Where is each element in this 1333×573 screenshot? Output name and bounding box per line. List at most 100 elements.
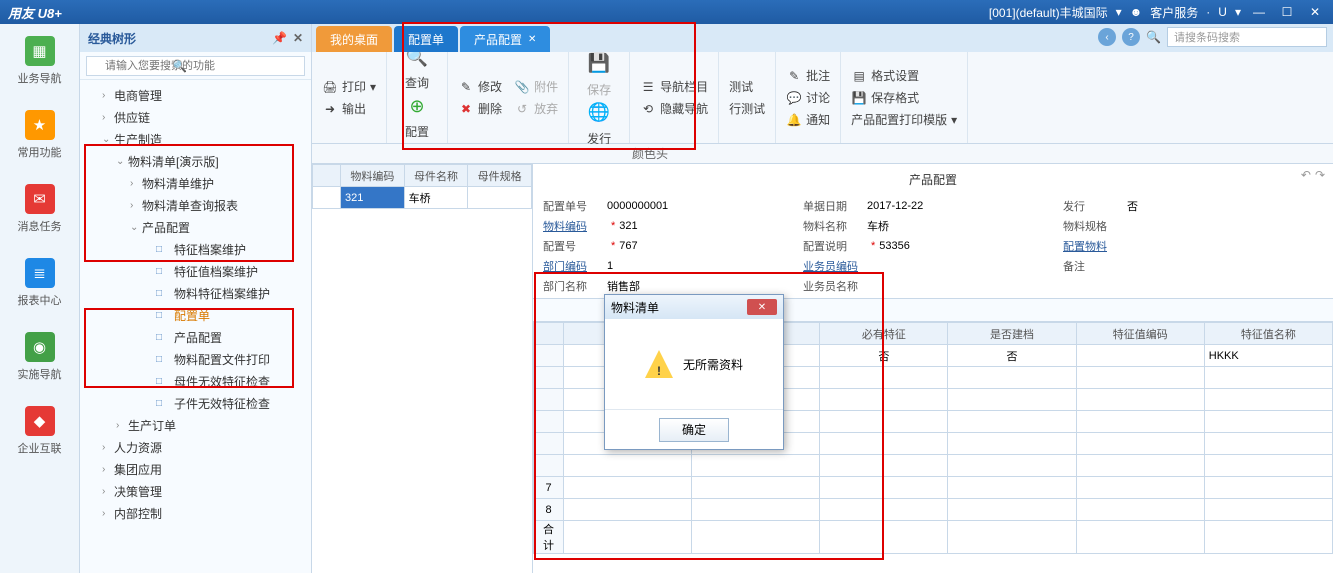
- search-icon[interactable]: 🔍: [1146, 30, 1161, 44]
- detail-col[interactable]: [534, 323, 564, 345]
- prev-icon[interactable]: ↶: [1301, 168, 1311, 182]
- tree-node[interactable]: □母件无效特征检查: [80, 370, 311, 392]
- lbl-dept-code[interactable]: 部门编码: [543, 258, 607, 274]
- discuss-button[interactable]: 💬讨论: [784, 87, 832, 109]
- col-parent-name[interactable]: 母件名称: [404, 165, 468, 187]
- tree-node[interactable]: ›集团应用: [80, 458, 311, 480]
- tree-node[interactable]: ›生产订单: [80, 414, 311, 436]
- file-icon: □: [156, 310, 170, 321]
- material-grid[interactable]: 物料编码 母件名称 母件规格 321 车桥: [312, 164, 532, 209]
- tab[interactable]: 产品配置✕: [460, 26, 550, 52]
- rail-item[interactable]: ◉实施导航: [0, 320, 79, 394]
- grid-row[interactable]: 321 车桥: [313, 187, 532, 209]
- tree-node-label: 产品配置: [142, 219, 190, 236]
- tree-node[interactable]: □配置单: [80, 304, 311, 326]
- col-parent-spec[interactable]: 母件规格: [468, 165, 532, 187]
- tab[interactable]: 配置单: [394, 26, 458, 52]
- val-mat-name: 车桥: [867, 218, 889, 234]
- chevron-icon: ›: [102, 486, 114, 497]
- u-menu[interactable]: U: [1218, 5, 1227, 19]
- detail-col[interactable]: 特征值名称: [1204, 323, 1332, 345]
- cell-code[interactable]: 321: [341, 187, 405, 209]
- saveformat-button[interactable]: 💾保存格式: [849, 87, 959, 109]
- tree-node[interactable]: ⌄物料清单[演示版]: [80, 150, 311, 172]
- close-button[interactable]: ✕: [1305, 5, 1325, 19]
- tree-node[interactable]: □特征档案维护: [80, 238, 311, 260]
- rail-item[interactable]: ◆企业互联: [0, 394, 79, 468]
- cell-spec[interactable]: [468, 187, 532, 209]
- dialog-close-icon[interactable]: ✕: [747, 299, 777, 315]
- detail-col[interactable]: 必有特征: [820, 323, 948, 345]
- cell-name[interactable]: 车桥: [404, 187, 468, 209]
- tree-node[interactable]: □物料特征档案维护: [80, 282, 311, 304]
- tree-node[interactable]: ⌄生产制造: [80, 128, 311, 150]
- rail-item[interactable]: ✉消息任务: [0, 172, 79, 246]
- rail-label: 常用功能: [18, 144, 62, 160]
- tree-node[interactable]: □子件无效特征检查: [80, 392, 311, 414]
- rail-item[interactable]: ★常用功能: [0, 98, 79, 172]
- tree-node-label: 物料特征档案维护: [174, 285, 270, 302]
- tree-node[interactable]: ⌄产品配置: [80, 216, 311, 238]
- attach-button[interactable]: 📎附件: [512, 76, 560, 98]
- maximize-button[interactable]: ☐: [1277, 5, 1297, 19]
- tree-node[interactable]: □产品配置: [80, 326, 311, 348]
- detail-row[interactable]: 合计: [534, 521, 1333, 554]
- lbl-mat-spec: 物料规格: [1063, 218, 1127, 234]
- tab-close-icon[interactable]: ✕: [528, 34, 536, 45]
- pin-icon[interactable]: 📌: [272, 31, 287, 45]
- tree-node[interactable]: ›决策管理: [80, 480, 311, 502]
- customer-service-link[interactable]: 客户服务: [1150, 4, 1198, 21]
- format-button[interactable]: ▤格式设置: [849, 65, 959, 87]
- tree-node[interactable]: □特征值档案维护: [80, 260, 311, 282]
- tree-node[interactable]: ›人力资源: [80, 436, 311, 458]
- dropdown-icon[interactable]: ▾: [1116, 5, 1122, 19]
- tree-node[interactable]: ›内部控制: [80, 502, 311, 524]
- lbl-salesman-code[interactable]: 业务员编码: [803, 258, 867, 274]
- tree-node[interactable]: ›物料清单维护: [80, 172, 311, 194]
- output-button[interactable]: ➜输出: [320, 98, 378, 120]
- delete-button[interactable]: ✖删除: [456, 98, 504, 120]
- detail-col[interactable]: 是否建档: [948, 323, 1076, 345]
- discard-button[interactable]: ↺放弃: [512, 98, 560, 120]
- tree-close-icon[interactable]: ✕: [293, 31, 303, 45]
- tree-node[interactable]: ›供应链: [80, 106, 311, 128]
- tab[interactable]: 我的桌面: [316, 26, 392, 52]
- tree-panel: 经典树形 📌 ✕ 🔍 ›电商管理›供应链⌄生产制造⌄物料清单[演示版]›物料清单…: [80, 24, 312, 573]
- rail-item[interactable]: ▦业务导航: [0, 24, 79, 98]
- toolbar: 🖨打印▾ ➜输出 🔍查询 ⊕配置▾ ✎修改 📎附件 ✖删除 ↺放弃 💾保存 🌐发…: [312, 52, 1333, 144]
- next-icon[interactable]: ↷: [1315, 168, 1325, 182]
- tree-node[interactable]: □物料配置文件打印: [80, 348, 311, 370]
- test-button[interactable]: 测试: [727, 76, 767, 98]
- detail-row[interactable]: [534, 455, 1333, 477]
- rowtest-button[interactable]: 行测试: [727, 98, 767, 120]
- batch-button[interactable]: ✎批注: [784, 65, 832, 87]
- support-icon[interactable]: ☻: [1130, 5, 1143, 19]
- main-area: 我的桌面配置单产品配置✕ ‹ ? 🔍 请搜条码搜索 🖨打印▾ ➜输出 🔍查询 ⊕…: [312, 24, 1333, 573]
- barcode-search-input[interactable]: 请搜条码搜索: [1167, 27, 1327, 47]
- lbl-cfg-material[interactable]: 配置物料: [1063, 238, 1127, 254]
- publish-button[interactable]: 🌐发行: [577, 98, 621, 147]
- hide-nav-button[interactable]: ⟲隐藏导航: [638, 98, 710, 120]
- detail-row[interactable]: 8: [534, 499, 1333, 521]
- lbl-bill-date: 单据日期: [803, 198, 867, 214]
- col-material-code[interactable]: 物料编码: [341, 165, 405, 187]
- rail-item[interactable]: ≣报表中心: [0, 246, 79, 320]
- nav-back-icon[interactable]: ‹: [1098, 28, 1116, 46]
- printtpl-button[interactable]: 产品配置打印模版▾: [849, 109, 959, 131]
- minimize-button[interactable]: —: [1249, 5, 1269, 19]
- tree-node[interactable]: ›电商管理: [80, 84, 311, 106]
- chevron-icon: ›: [130, 178, 142, 189]
- tree-node[interactable]: ›物料清单查询报表: [80, 194, 311, 216]
- dialog-ok-button[interactable]: 确定: [659, 418, 729, 442]
- detail-row[interactable]: 7: [534, 477, 1333, 499]
- detail-col[interactable]: 特征值编码: [1076, 323, 1204, 345]
- help-icon[interactable]: ?: [1122, 28, 1140, 46]
- modify-button[interactable]: ✎修改: [456, 76, 504, 98]
- dialog-title-bar[interactable]: 物料清单 ✕: [605, 295, 783, 319]
- tree-search-input[interactable]: [86, 56, 305, 76]
- save-button[interactable]: 💾保存: [577, 49, 621, 98]
- navbar-button[interactable]: ☰导航栏目: [638, 76, 710, 98]
- notify-button[interactable]: 🔔通知: [784, 109, 832, 131]
- lbl-mat-code[interactable]: 物料编码: [543, 218, 607, 234]
- print-button[interactable]: 🖨打印▾: [320, 76, 378, 98]
